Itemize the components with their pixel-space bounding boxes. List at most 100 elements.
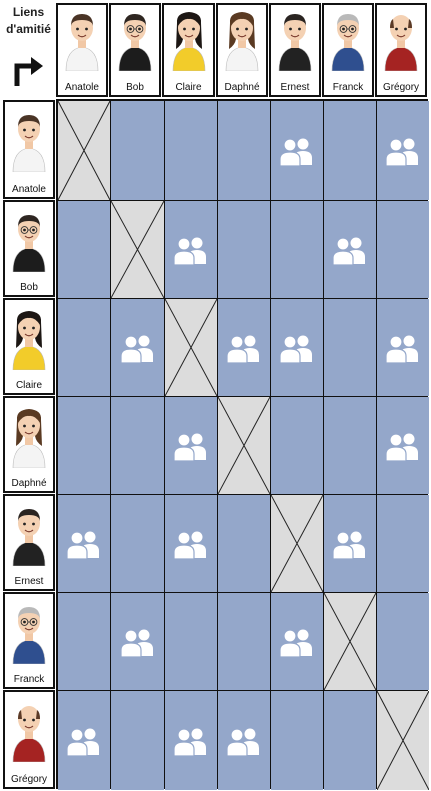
row-header-person: Daphné [3, 396, 55, 493]
person-avatar-icon [278, 14, 312, 71]
friendship-cell-empty [324, 397, 376, 494]
friendship-cell-empty [58, 201, 110, 298]
cross-mark [111, 201, 164, 298]
friendship-cell-linked [165, 201, 217, 298]
column-header-person: Grégory [375, 3, 427, 97]
row-header-name: Ernest [14, 576, 44, 587]
person-avatar-icon [12, 607, 46, 664]
column-header-name: Claire [175, 82, 202, 93]
friendship-cell-linked [377, 397, 429, 494]
row-header-person: Ernest [3, 494, 55, 591]
friendship-cell-empty [111, 397, 164, 494]
row-header-person: Claire [3, 298, 55, 395]
friendship-cell-linked [377, 101, 429, 200]
row-header-name: Anatole [12, 184, 46, 195]
friendship-cell-linked [218, 299, 270, 396]
friends-icon [385, 432, 418, 461]
column-header-person: Ernest [269, 3, 321, 97]
friends-icon [173, 530, 206, 559]
person-avatar-icon [12, 706, 46, 762]
friendship-cell-empty [111, 101, 164, 200]
row-header-person: Grégory [3, 690, 55, 789]
friendship-cell-linked [111, 299, 164, 396]
friendship-cell-linked [377, 299, 429, 396]
column-header-person: Claire [162, 3, 215, 97]
person-avatar-icon [65, 14, 99, 71]
friendship-cell-empty [165, 101, 217, 200]
self-cell-crossed [271, 495, 323, 592]
column-header-name: Ernest [280, 82, 310, 93]
friends-icon [226, 727, 259, 756]
friendship-cell-empty [377, 593, 429, 690]
friends-icon [385, 137, 418, 166]
self-cell-crossed [377, 691, 429, 790]
row-header-name: Claire [15, 380, 43, 391]
friendship-cell-linked [271, 101, 323, 200]
friendship-cell-empty [218, 201, 270, 298]
friends-icon [279, 137, 312, 166]
person-avatar-icon [12, 509, 46, 566]
friends-icon [66, 727, 99, 756]
cross-mark [58, 101, 110, 200]
column-header-person: Anatole [56, 3, 108, 97]
friends-icon [66, 530, 99, 559]
friendship-cell-linked [271, 299, 323, 396]
person-avatar-icon [172, 12, 205, 71]
cross-mark [165, 299, 217, 396]
friends-icon [385, 334, 418, 363]
row-header-person: Franck [3, 592, 55, 689]
friendship-cell-linked [324, 201, 376, 298]
person-avatar-icon [12, 115, 46, 172]
person-avatar-icon [12, 215, 46, 272]
cross-mark [324, 593, 376, 690]
column-header-name: Grégory [382, 82, 420, 93]
friendship-cell-empty [271, 397, 323, 494]
column-header-name: Anatole [65, 82, 99, 93]
friendship-cell-empty [111, 691, 164, 790]
row-header-person: Anatole [3, 100, 55, 199]
friendship-cell-empty [111, 495, 164, 592]
matrix-title-corner: Liens d'amitié [0, 0, 57, 99]
friends-icon [173, 236, 206, 265]
column-header-person: Franck [322, 3, 374, 97]
cross-mark [218, 397, 270, 494]
friends-icon [279, 334, 312, 363]
bent-arrow-icon [14, 57, 43, 86]
friends-icon [119, 334, 153, 363]
friendship-cell-linked [58, 495, 110, 592]
friends-icon [226, 334, 259, 363]
friendship-cell-empty [377, 495, 429, 592]
title-line-2: d'amitié [6, 22, 51, 36]
friendship-cell-empty [165, 593, 217, 690]
row-header-name: Franck [13, 674, 45, 685]
friendship-cell-empty [377, 201, 429, 298]
friendship-cell-empty [58, 299, 110, 396]
friendship-matrix [56, 99, 429, 790]
friends-icon [119, 628, 153, 657]
friendship-cell-empty [218, 495, 270, 592]
friendship-cell-linked [324, 495, 376, 592]
row-header-person: Bob [3, 200, 55, 297]
friendship-cell-linked [111, 593, 164, 690]
friendship-cell-linked [218, 691, 270, 790]
cross-mark [377, 691, 429, 790]
self-cell-crossed [218, 397, 270, 494]
friendship-cell-empty [58, 593, 110, 690]
column-header-name: Bob [126, 82, 144, 93]
friendship-cell-empty [324, 299, 376, 396]
person-avatar-icon [12, 409, 46, 468]
friendship-cell-linked [165, 397, 217, 494]
friendship-cell-empty [324, 101, 376, 200]
friendship-cell-empty [271, 201, 323, 298]
title-line-1: Liens [12, 5, 45, 19]
friends-icon [332, 530, 365, 559]
friendship-cell-empty [218, 101, 270, 200]
friendship-cell-empty [58, 397, 110, 494]
row-header-name: Bob [20, 282, 38, 293]
friendship-cell-linked [58, 691, 110, 790]
friendship-cell-empty [324, 691, 376, 790]
friends-icon [173, 727, 206, 756]
row-header-name: Grégory [10, 774, 48, 785]
friends-icon [173, 432, 206, 461]
person-avatar-icon [331, 14, 365, 71]
